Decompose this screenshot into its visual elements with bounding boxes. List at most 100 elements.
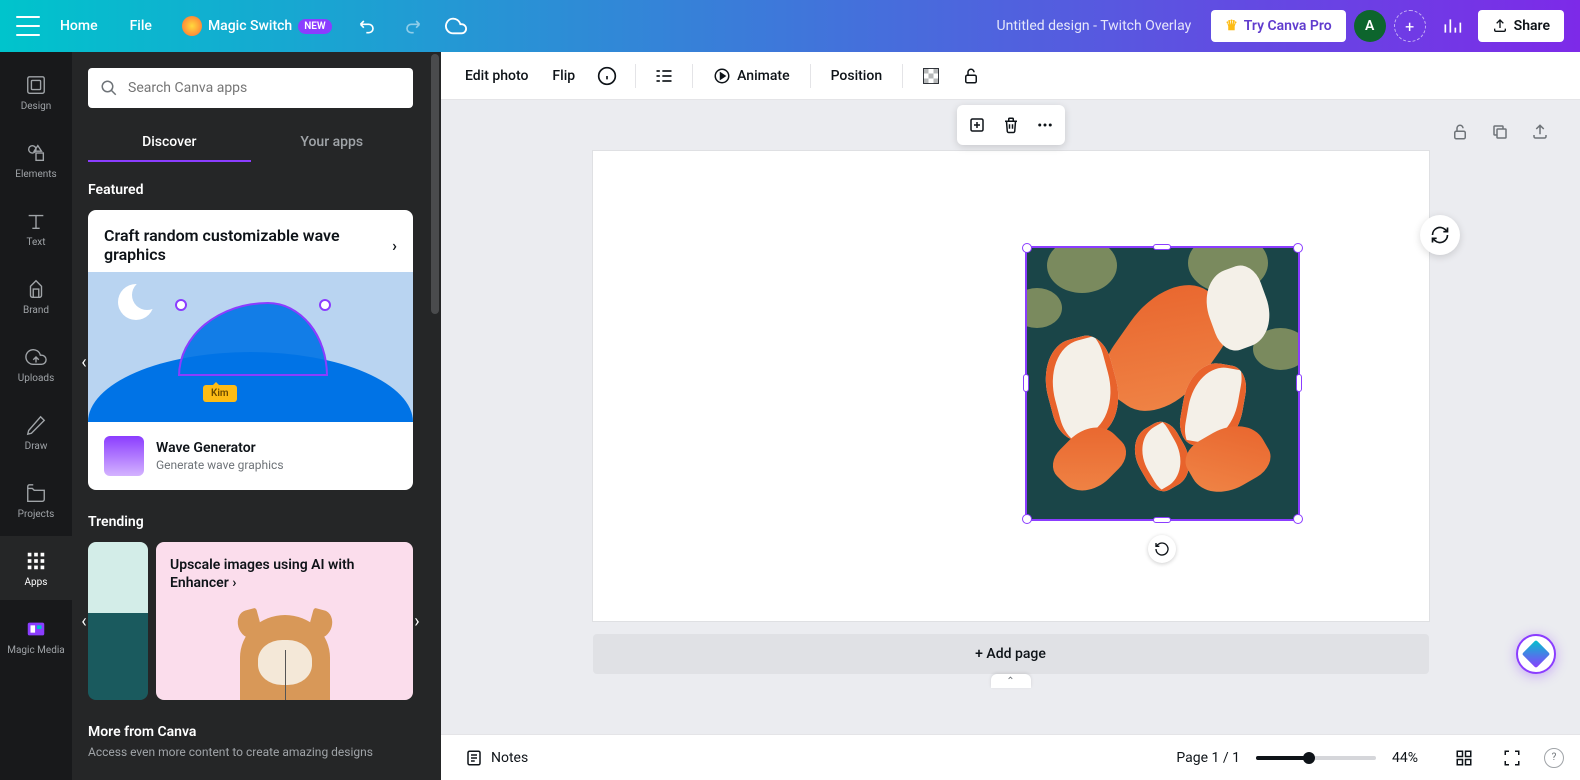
- info-button[interactable]: [591, 60, 623, 92]
- magic-media-icon: [24, 617, 48, 641]
- more-heading: More from Canva: [88, 724, 413, 740]
- carousel-prev-button[interactable]: ‹: [74, 342, 94, 382]
- selected-image[interactable]: [1025, 246, 1300, 521]
- try-pro-button[interactable]: ♛ Try Canva Pro: [1211, 10, 1345, 42]
- rail-draw[interactable]: Draw: [0, 400, 72, 464]
- share-label: Share: [1514, 18, 1550, 34]
- add-page-button[interactable]: + Add page: [593, 634, 1429, 674]
- design-title[interactable]: Untitled design - Twitch Overlay: [985, 10, 1204, 42]
- export-page-button[interactable]: [1524, 116, 1556, 148]
- magic-switch-button[interactable]: Magic Switch NEW: [172, 10, 342, 42]
- canvas-viewport[interactable]: + Add page ⌃: [441, 100, 1580, 734]
- help-fab[interactable]: [1516, 634, 1556, 674]
- resize-edge-right[interactable]: [1296, 374, 1302, 392]
- resize-handle-tl[interactable]: [1022, 243, 1032, 253]
- lock-button[interactable]: [955, 60, 987, 92]
- rail-uploads[interactable]: Uploads: [0, 332, 72, 396]
- brand-icon: [24, 277, 48, 301]
- search-box[interactable]: [88, 68, 413, 108]
- duplicate-page-button[interactable]: [1484, 116, 1516, 148]
- rail-text-label: Text: [26, 237, 45, 248]
- tab-discover[interactable]: Discover: [88, 124, 251, 162]
- home-link[interactable]: Home: [48, 10, 110, 42]
- trending-next-button[interactable]: ›: [407, 601, 427, 641]
- panel-scrollbar[interactable]: [429, 52, 441, 780]
- zoom-percentage[interactable]: 44%: [1392, 750, 1432, 766]
- magic-switch-label: Magic Switch: [208, 18, 292, 34]
- avatar[interactable]: A: [1354, 10, 1386, 42]
- menu-button[interactable]: [16, 16, 40, 36]
- flip-button[interactable]: Flip: [544, 62, 583, 90]
- resize-handle-tr[interactable]: [1293, 243, 1303, 253]
- more-section: More from Canva Access even more content…: [88, 724, 413, 761]
- app-desc: Generate wave graphics: [156, 458, 284, 472]
- rail-projects[interactable]: Projects: [0, 468, 72, 532]
- moon-shape: [118, 284, 154, 320]
- edit-photo-button[interactable]: Edit photo: [457, 62, 536, 90]
- rail-elements-label: Elements: [15, 169, 56, 180]
- regenerate-button[interactable]: [1420, 215, 1460, 255]
- resize-edge-bottom[interactable]: [1153, 517, 1171, 523]
- rail-brand[interactable]: Brand: [0, 264, 72, 328]
- zoom-thumb[interactable]: [1303, 752, 1315, 764]
- lock-page-button[interactable]: [1444, 116, 1476, 148]
- rail-design[interactable]: Design: [0, 60, 72, 124]
- search-icon: [100, 79, 118, 97]
- animate-button[interactable]: Animate: [705, 61, 797, 91]
- notes-button[interactable]: Notes: [457, 745, 536, 771]
- featured-headline: Craft random customizable wave graphics …: [88, 210, 413, 272]
- text-icon: [24, 209, 48, 233]
- transparency-button[interactable]: [915, 60, 947, 92]
- resize-edge-top[interactable]: [1153, 244, 1171, 250]
- koi-image: [1027, 248, 1298, 519]
- rail-elements[interactable]: Elements: [0, 128, 72, 192]
- fullscreen-button[interactable]: [1496, 742, 1528, 774]
- add-button[interactable]: [961, 109, 993, 141]
- app-name: Wave Generator: [156, 440, 284, 456]
- trending-card-partial[interactable]: [88, 542, 148, 700]
- grid-view-button[interactable]: [1448, 742, 1480, 774]
- redo-button[interactable]: [394, 8, 430, 44]
- add-member-button[interactable]: +: [1394, 10, 1426, 42]
- delete-button[interactable]: [995, 109, 1027, 141]
- wave-generator-icon: [104, 436, 144, 476]
- undo-button[interactable]: [350, 8, 386, 44]
- chevron-right-icon: ›: [232, 575, 236, 591]
- featured-card[interactable]: Craft random customizable wave graphics …: [88, 210, 413, 490]
- canvas-area: Edit photo Flip Animate Position: [441, 52, 1580, 780]
- share-button[interactable]: Share: [1478, 10, 1564, 42]
- rail-projects-label: Projects: [18, 509, 55, 520]
- tab-your-apps[interactable]: Your apps: [251, 124, 414, 162]
- search-input[interactable]: [128, 80, 401, 96]
- analytics-button[interactable]: [1434, 8, 1470, 44]
- cloud-sync-icon[interactable]: [438, 8, 474, 44]
- projects-icon: [24, 481, 48, 505]
- trending-card-enhancer[interactable]: Upscale images using AI with Enhancer ›: [156, 542, 413, 700]
- rail-magic-media[interactable]: Magic Media: [0, 604, 72, 668]
- zoom-slider[interactable]: [1256, 756, 1376, 760]
- elements-icon: [24, 141, 48, 165]
- design-canvas[interactable]: [593, 151, 1429, 621]
- uploads-icon: [24, 345, 48, 369]
- expand-timeline-button[interactable]: ⌃: [991, 674, 1031, 688]
- main-layout: Design Elements Text Brand Uploads Draw …: [0, 52, 1580, 780]
- list-button[interactable]: [648, 60, 680, 92]
- position-button[interactable]: Position: [823, 62, 891, 90]
- more-button[interactable]: [1029, 109, 1061, 141]
- rotate-handle[interactable]: [1148, 535, 1176, 563]
- resize-handle-br[interactable]: [1293, 514, 1303, 524]
- rail-apps-label: Apps: [25, 577, 48, 588]
- resize-edge-left[interactable]: [1023, 374, 1029, 392]
- rail-text[interactable]: Text: [0, 196, 72, 260]
- trending-prev-button[interactable]: ‹: [74, 601, 94, 641]
- notes-label: Notes: [491, 750, 528, 766]
- file-link[interactable]: File: [118, 10, 164, 42]
- resize-handle-bl[interactable]: [1022, 514, 1032, 524]
- draw-icon: [24, 413, 48, 437]
- side-panel: Discover Your apps Featured Craft random…: [72, 52, 429, 780]
- trending-headline: Upscale images using AI with Enhancer ›: [170, 556, 399, 592]
- help-button[interactable]: ?: [1544, 748, 1564, 768]
- left-rail: Design Elements Text Brand Uploads Draw …: [0, 52, 72, 780]
- rail-apps[interactable]: Apps: [0, 536, 72, 600]
- page-indicator[interactable]: Page 1 / 1: [1176, 750, 1240, 766]
